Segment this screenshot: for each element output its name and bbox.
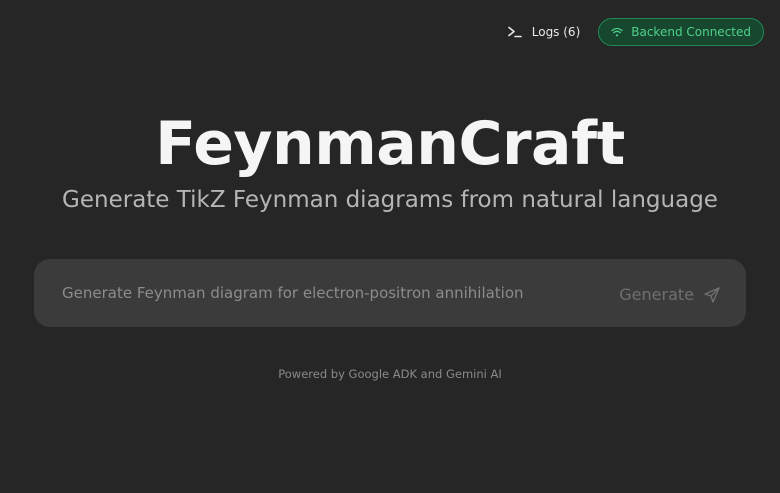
send-icon <box>704 286 720 303</box>
prompt-box: Generate <box>34 259 746 327</box>
app-title: FeynmanCraft <box>155 109 625 179</box>
app-page: Logs (6) Backend Connected FeynmanCraft … <box>0 0 780 493</box>
footer-text: Powered by Google ADK and Gemini AI <box>278 367 502 381</box>
status-label: Backend Connected <box>631 25 751 39</box>
terminal-icon <box>507 26 522 38</box>
top-bar: Logs (6) Backend Connected <box>507 18 764 46</box>
generate-label: Generate <box>619 285 694 304</box>
prompt-input[interactable] <box>62 284 620 302</box>
hero: FeynmanCraft Generate TikZ Feynman diagr… <box>0 106 780 216</box>
backend-status-badge: Backend Connected <box>598 18 764 46</box>
app-subtitle: Generate TikZ Feynman diagrams from natu… <box>62 187 718 213</box>
wifi-icon <box>611 27 623 37</box>
logs-label: Logs (6) <box>531 25 581 39</box>
generate-button[interactable]: Generate <box>619 285 720 304</box>
logs-button[interactable]: Logs (6) <box>507 18 581 46</box>
